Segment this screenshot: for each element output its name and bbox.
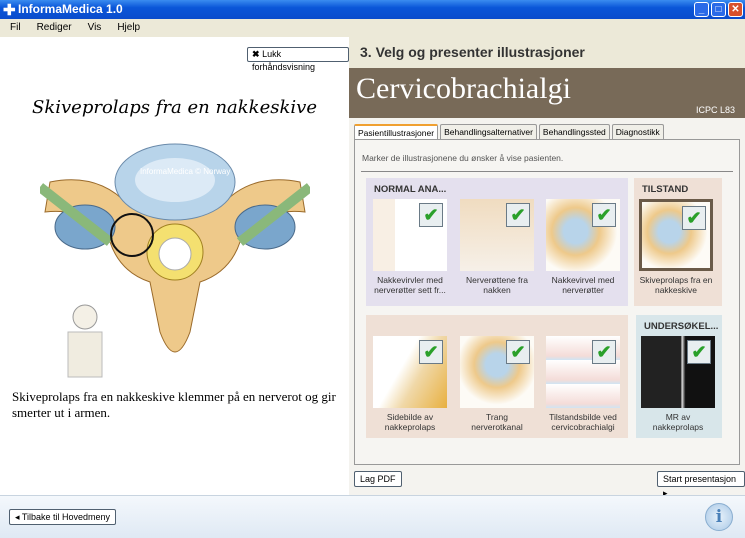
- watermark: InformaMedica © Norway: [140, 167, 230, 176]
- illustration-thumbnail[interactable]: ✔: [546, 336, 620, 408]
- title-bar: ✚ InformaMedica 1.0 _ □ ✕: [0, 0, 745, 19]
- menu-bar: Fil Rediger Vis Hjelp: [0, 19, 745, 37]
- tab-behandlingsalternativer[interactable]: Behandlingsalternativer: [440, 124, 537, 139]
- checkbox-checked[interactable]: ✔: [592, 203, 616, 227]
- step-heading: 3. Velg og presenter illustrasjoner: [349, 37, 745, 68]
- checkbox-checked[interactable]: ✔: [419, 340, 443, 364]
- illustration-card[interactable]: ✔ MR av nakkeprolaps: [641, 336, 715, 432]
- preview-panel: ✖ Lukk forhåndsvisning Skiveprolaps fra …: [0, 37, 349, 495]
- card-label: Nakkevirvler med nerverøtter sett fr...: [374, 275, 446, 295]
- info-icon[interactable]: i: [705, 503, 733, 531]
- card-label: Nakkevirvel med nerverøtter: [551, 275, 615, 295]
- illustration-thumbnail[interactable]: ✔: [460, 199, 534, 271]
- checkbox-checked[interactable]: ✔: [687, 340, 711, 364]
- card-label: Tilstandsbilde ved cervicobrachialgi: [549, 412, 617, 432]
- card-label: Nerverøttene fra nakken: [466, 275, 528, 295]
- illustration-thumbnail[interactable]: ✔: [373, 336, 447, 408]
- tab-content: Marker de illustrasjonene du ønsker å vi…: [354, 139, 740, 465]
- diagnosis-title: Cervicobrachialgi: [356, 72, 571, 105]
- group-title: TILSTAND: [642, 184, 689, 195]
- tab-pasientillustrasjoner[interactable]: Pasientillustrasjoner: [354, 124, 439, 140]
- maximize-button[interactable]: □: [711, 2, 726, 17]
- checkbox-checked[interactable]: ✔: [592, 340, 616, 364]
- close-button[interactable]: ✕: [728, 2, 743, 17]
- group-title: NORMAL ANA...: [374, 184, 447, 195]
- back-label: Tilbake til Hovedmeny: [21, 512, 111, 522]
- window-title: InformaMedica 1.0: [18, 2, 123, 16]
- illustration-thumbnail[interactable]: ✔: [373, 199, 447, 271]
- card-label: Skiveprolaps fra en nakkeskive: [639, 275, 713, 295]
- tab-diagnostikk[interactable]: Diagnostikk: [611, 124, 664, 139]
- bottom-bar: ◂ Tilbake til Hovedmeny i: [0, 495, 745, 538]
- selection-panel: 3. Velg og presenter illustrasjoner Cerv…: [349, 37, 745, 498]
- illustration-thumbnail[interactable]: ✔: [639, 199, 713, 271]
- illustration-card[interactable]: ✔ Nakkevirvler med nerverøtter sett fr...: [373, 199, 447, 295]
- card-label: MR av nakkeprolaps: [652, 412, 704, 432]
- close-preview-label: Lukk forhåndsvisning: [252, 49, 316, 72]
- menu-fil[interactable]: Fil: [10, 19, 21, 37]
- instruction-text: Marker de illustrasjonene du ønsker å vi…: [362, 153, 564, 163]
- create-pdf-button[interactable]: Lag PDF: [354, 471, 402, 487]
- illustration-card[interactable]: ✔ Trang nerverotkanal: [460, 336, 534, 432]
- icpc-code: ICPC L83: [695, 105, 735, 115]
- close-preview-button[interactable]: ✖ Lukk forhåndsvisning: [247, 47, 349, 72]
- card-label: Trang nerverotkanal: [471, 412, 523, 432]
- checkbox-checked[interactable]: ✔: [506, 203, 530, 227]
- checkbox-checked[interactable]: ✔: [506, 340, 530, 364]
- divider: [361, 171, 733, 172]
- menu-vis[interactable]: Vis: [88, 19, 102, 37]
- illustration-card[interactable]: ✔ Skiveprolaps fra en nakkeskive: [639, 199, 713, 295]
- checkbox-checked[interactable]: ✔: [419, 203, 443, 227]
- illustration-thumbnail[interactable]: ✔: [460, 336, 534, 408]
- preview-title: Skiveprolaps fra en nakkeskive: [32, 97, 317, 118]
- start-label: Start presentasjon: [663, 474, 737, 484]
- illustration-card[interactable]: ✔ Sidebilde av nakkeprolaps: [373, 336, 447, 432]
- illustration-card[interactable]: ✔ Nakkevirvel med nerverøtter: [546, 199, 620, 295]
- illustration-card[interactable]: ✔ Nerverøttene fra nakken: [460, 199, 534, 295]
- illustration-thumbnail[interactable]: ✔: [546, 199, 620, 271]
- minimize-button[interactable]: _: [694, 2, 709, 17]
- start-presentation-button[interactable]: Start presentasjon ▸: [657, 471, 745, 498]
- back-to-main-menu-button[interactable]: ◂ Tilbake til Hovedmeny: [9, 509, 117, 525]
- illustration-card[interactable]: ✔ Tilstandsbilde ved cervicobrachialgi: [546, 336, 620, 432]
- app-icon: ✚: [3, 2, 16, 19]
- checkbox-checked[interactable]: ✔: [682, 206, 706, 230]
- tab-behandlingssted[interactable]: Behandlingssted: [538, 124, 610, 139]
- card-label: Sidebilde av nakkeprolaps: [384, 412, 436, 432]
- diagnosis-banner: Cervicobrachialgi ICPC L83: [349, 68, 745, 118]
- spine-illustration: InformaMedica © Norway: [40, 143, 310, 378]
- preview-caption: Skiveprolaps fra en nakkeskive klemmer p…: [12, 389, 336, 420]
- illustration-thumbnail[interactable]: ✔: [641, 336, 715, 408]
- group-title: UNDERSØKEL...: [644, 321, 719, 332]
- menu-hjelp[interactable]: Hjelp: [117, 19, 140, 37]
- menu-rediger[interactable]: Rediger: [37, 19, 72, 37]
